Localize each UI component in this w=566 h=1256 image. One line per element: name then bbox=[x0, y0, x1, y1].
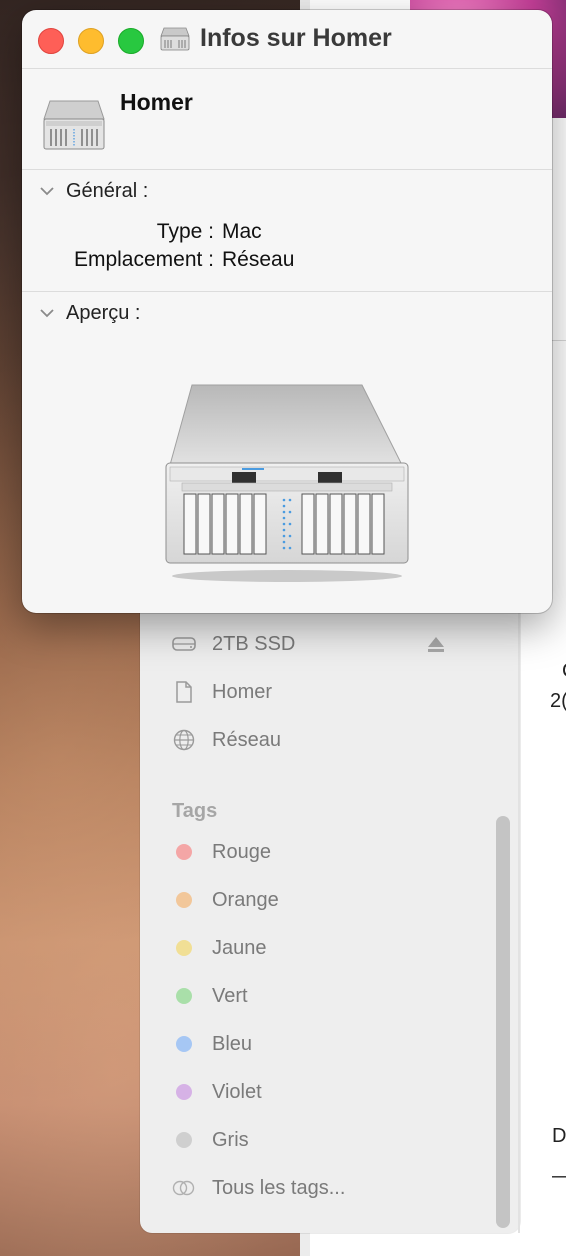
tag-color-dot-icon bbox=[172, 888, 196, 912]
all-tags-icon bbox=[172, 1176, 196, 1200]
sidebar-tag-violet[interactable]: Violet bbox=[172, 1075, 262, 1109]
text-fragment: 2( bbox=[550, 690, 566, 712]
tag-color-dot-icon bbox=[172, 1128, 196, 1152]
chevron-down-icon bbox=[40, 187, 54, 196]
tag-label: Jaune bbox=[212, 936, 267, 959]
tag-label: Bleu bbox=[212, 1032, 253, 1055]
chevron-down-icon bbox=[40, 309, 54, 318]
text-fragment: C bbox=[562, 660, 566, 683]
window-title: Infos sur Homer bbox=[200, 24, 392, 52]
tag-label: Vert bbox=[212, 984, 248, 1007]
sidebar-item-label: Réseau bbox=[212, 728, 281, 751]
type-label: Type : bbox=[156, 220, 214, 243]
globe-icon bbox=[172, 728, 196, 752]
tag-color-dot-icon bbox=[172, 1080, 196, 1104]
minimize-button[interactable] bbox=[78, 28, 104, 54]
sidebar-divider bbox=[518, 560, 520, 1233]
sidebar-item-label: Homer bbox=[212, 680, 273, 703]
section-general-title: Général : bbox=[66, 179, 149, 202]
sidebar-tag-vert[interactable]: Vert bbox=[172, 979, 248, 1013]
sidebar-tag-bleu[interactable]: Bleu bbox=[172, 1027, 252, 1061]
sidebar-item-homer[interactable]: Homer bbox=[172, 675, 272, 709]
sidebar-all-tags[interactable]: Tous les tags... bbox=[172, 1171, 345, 1205]
sidebar-item-2tb-ssd[interactable]: 2TB SSD bbox=[172, 627, 295, 661]
location-value: Réseau bbox=[222, 248, 295, 271]
tag-color-dot-icon bbox=[172, 936, 196, 960]
server-preview-image bbox=[162, 380, 412, 590]
text-fragment: D bbox=[552, 1125, 566, 1147]
tag-label: Violet bbox=[212, 1080, 262, 1103]
sidebar-tag-orange[interactable]: Orange bbox=[172, 883, 279, 917]
info-window: Infos sur Homer Homer Général : Type : M… bbox=[22, 10, 552, 613]
location-label: Emplacement : bbox=[73, 248, 214, 271]
sidebar-tag-jaune[interactable]: Jaune bbox=[172, 931, 267, 965]
text-fragment: — bbox=[552, 1165, 566, 1188]
section-general-toggle[interactable]: Général : bbox=[38, 176, 148, 206]
tag-label: Orange bbox=[212, 888, 279, 911]
zoom-button[interactable] bbox=[118, 28, 144, 54]
section-preview-title: Aperçu : bbox=[66, 301, 141, 324]
tag-color-dot-icon bbox=[172, 1032, 196, 1056]
tag-label: Rouge bbox=[212, 840, 271, 863]
eject-icon[interactable] bbox=[426, 634, 446, 654]
all-tags-label: Tous les tags... bbox=[212, 1176, 346, 1199]
server-rack-icon bbox=[42, 95, 106, 155]
tag-color-dot-icon bbox=[172, 984, 196, 1008]
server-rack-icon bbox=[160, 26, 190, 52]
close-button[interactable] bbox=[38, 28, 64, 54]
finder-sidebar: 2TB SSD Homer Réseau Tags Rouge Orange J… bbox=[140, 560, 520, 1233]
sidebar-tag-gris[interactable]: Gris bbox=[172, 1123, 249, 1157]
section-preview-toggle[interactable]: Aperçu : bbox=[38, 298, 140, 328]
window-titlebar[interactable]: Infos sur Homer bbox=[22, 10, 552, 69]
sidebar-tag-rouge[interactable]: Rouge bbox=[172, 835, 271, 869]
tag-label: Gris bbox=[212, 1128, 249, 1151]
section-divider bbox=[22, 291, 552, 292]
document-icon bbox=[172, 680, 196, 704]
type-value: Mac bbox=[222, 220, 262, 243]
tag-color-dot-icon bbox=[172, 840, 196, 864]
item-name: Homer bbox=[120, 89, 193, 115]
sidebar-item-label: 2TB SSD bbox=[212, 632, 296, 655]
info-header: Homer bbox=[22, 69, 552, 170]
sidebar-scrollbar[interactable] bbox=[496, 816, 510, 1228]
drive-icon bbox=[172, 632, 196, 656]
tags-section-title: Tags bbox=[172, 800, 218, 822]
sidebar-item-reseau[interactable]: Réseau bbox=[172, 723, 281, 757]
